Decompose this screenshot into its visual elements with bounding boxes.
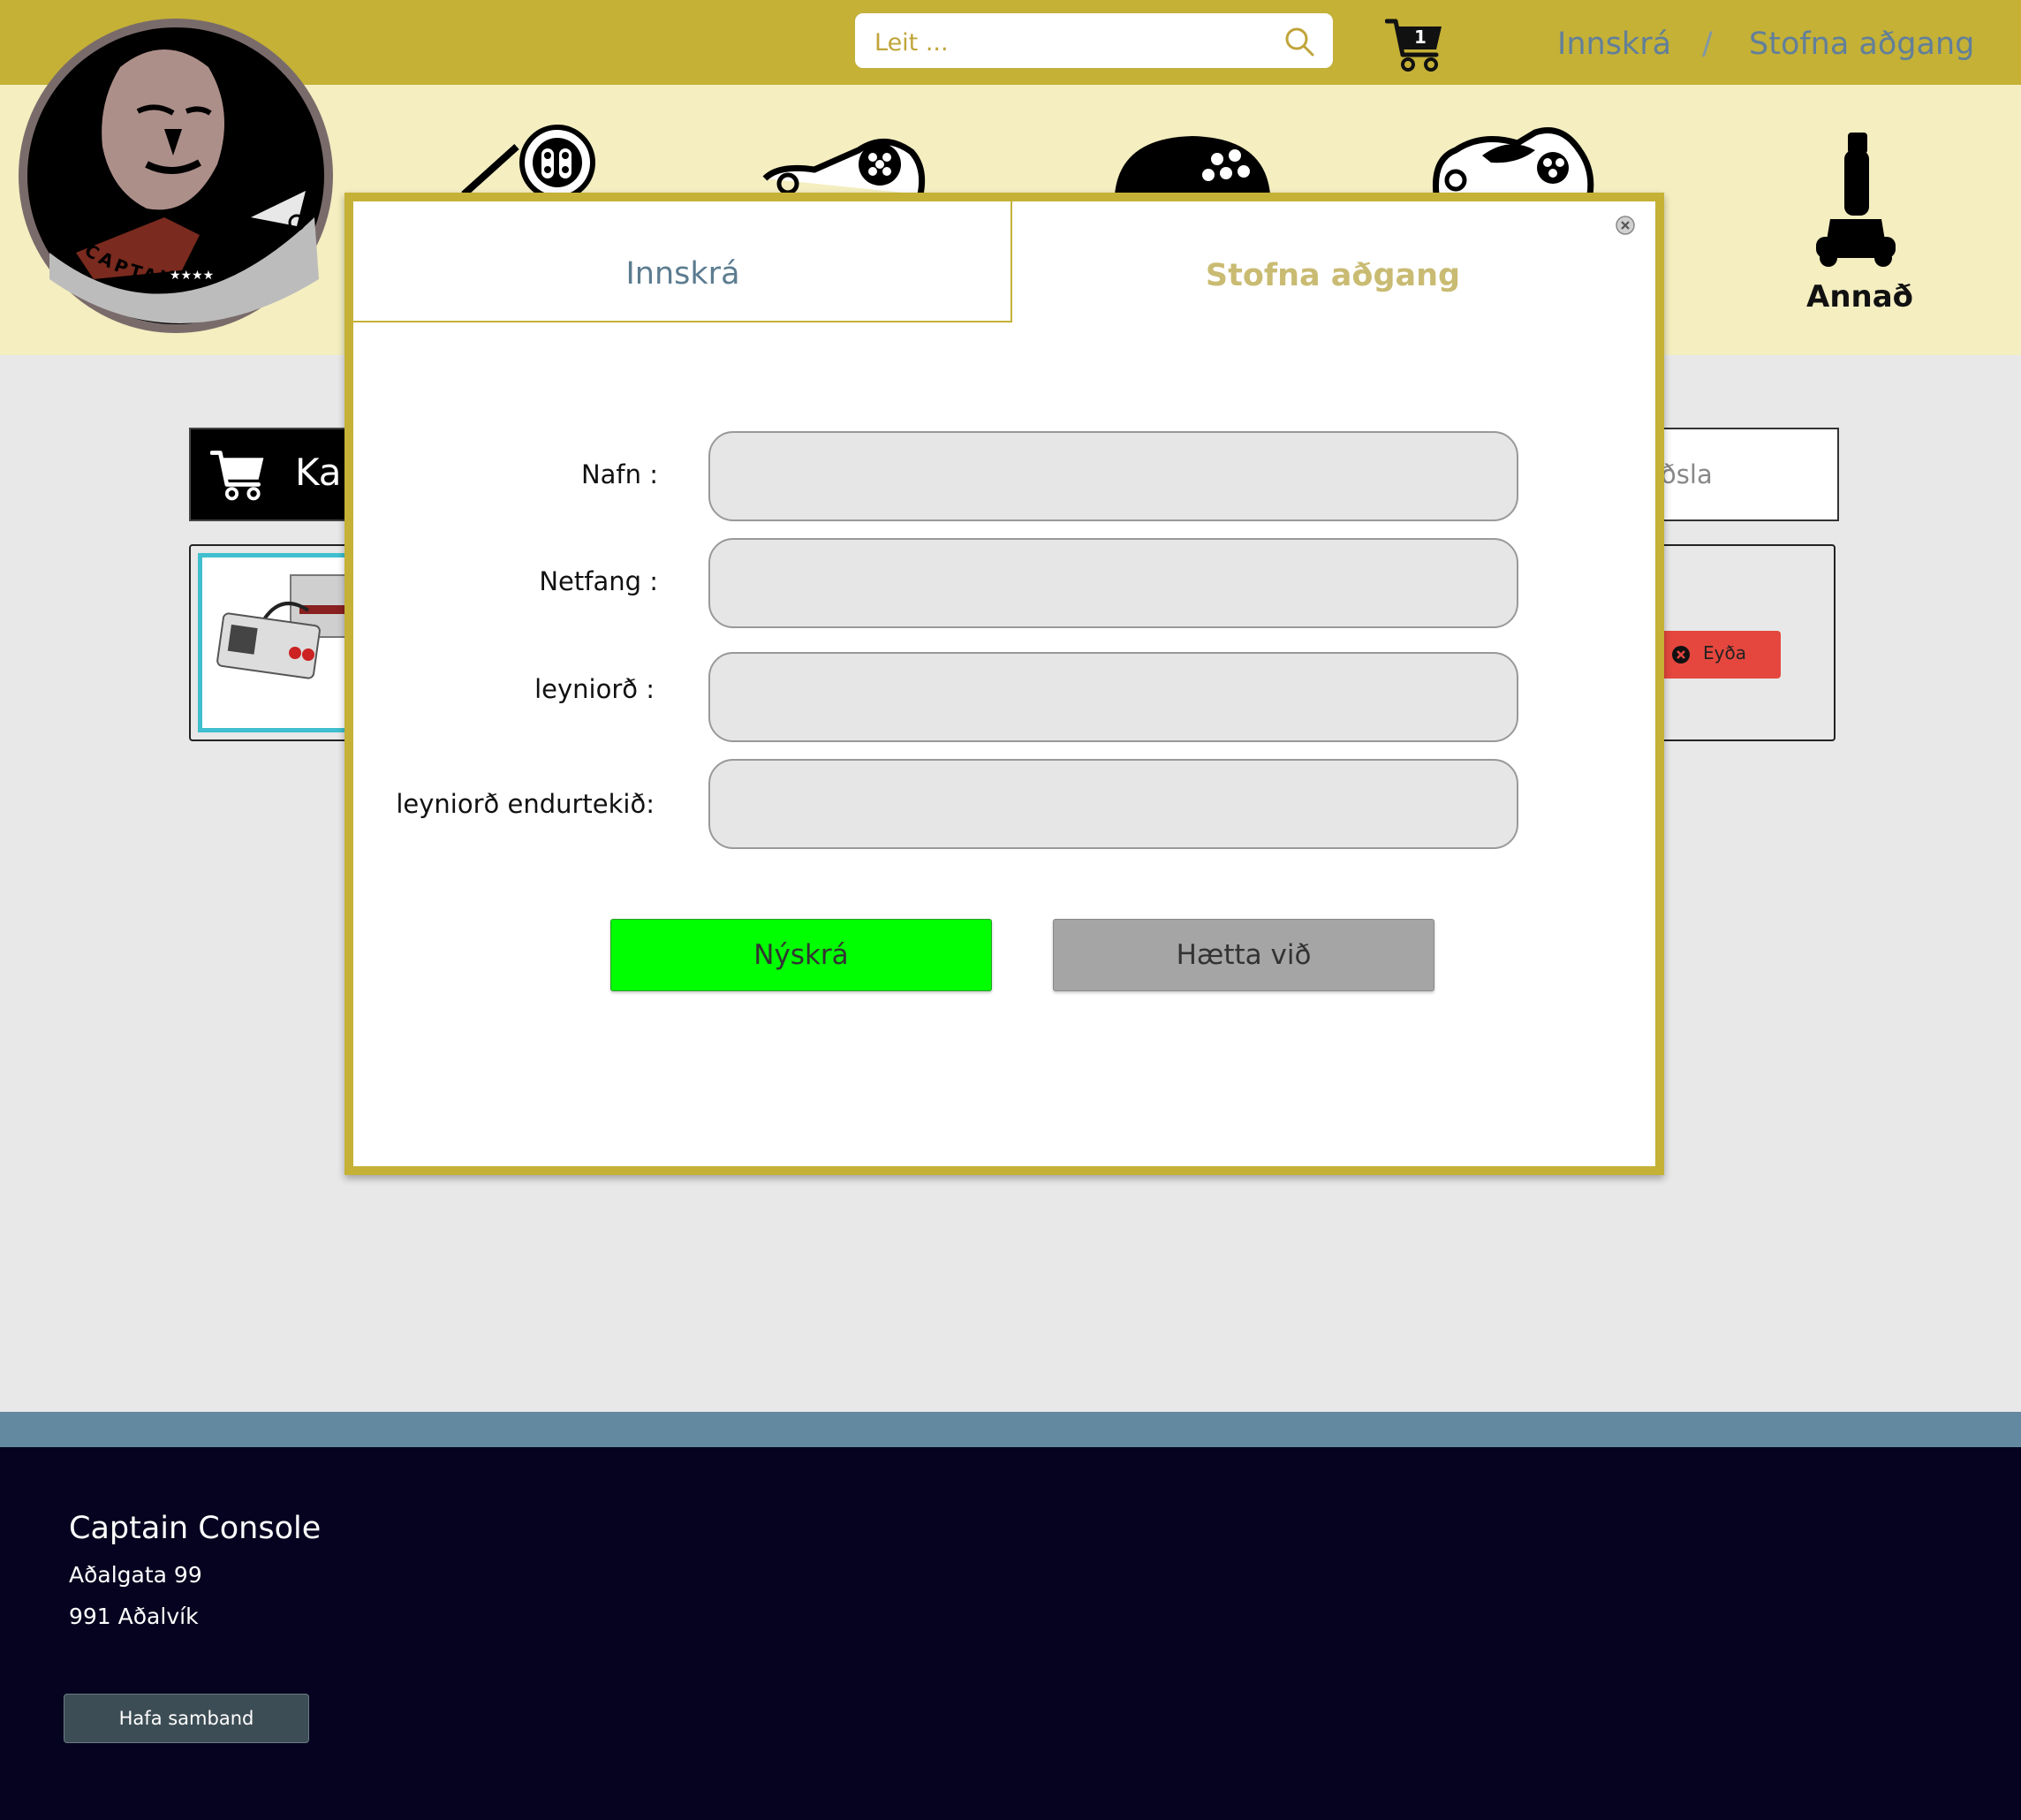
signup-link[interactable]: Stofna aðgang bbox=[1749, 27, 1974, 62]
delete-item-label: Eyða bbox=[1703, 642, 1746, 664]
footer-address-street: Aðalgata 99 bbox=[69, 1562, 202, 1588]
nav-separator: / bbox=[1702, 27, 1713, 62]
close-circle-icon bbox=[1672, 646, 1690, 664]
footer-address-city: 991 Aðalvík bbox=[69, 1604, 199, 1629]
joystick-icon[interactable] bbox=[1811, 131, 1899, 269]
contact-button[interactable]: Hafa samband bbox=[64, 1694, 309, 1743]
password-repeat-field[interactable] bbox=[708, 759, 1518, 849]
cart-header-icon bbox=[210, 451, 264, 501]
tab-login-label[interactable]: Innskrá bbox=[353, 256, 1012, 292]
logo-stars: ★★★★ bbox=[170, 269, 214, 283]
product-image bbox=[198, 553, 357, 732]
search-icon[interactable] bbox=[1283, 26, 1315, 57]
password-repeat-label: leyniorð endurtekið: bbox=[396, 789, 655, 819]
cancel-button[interactable]: Hætta við bbox=[1053, 919, 1434, 991]
name-label: Nafn : bbox=[580, 459, 658, 489]
gamepad-icon[interactable] bbox=[1429, 124, 1597, 194]
sega-controller-icon[interactable] bbox=[1111, 134, 1274, 194]
register-button[interactable]: Nýskrá bbox=[610, 919, 992, 991]
name-field[interactable] bbox=[708, 431, 1518, 521]
footer bbox=[0, 1447, 2021, 1820]
cart-count-badge: 1 bbox=[1414, 27, 1427, 48]
nes-gamepad-icon[interactable] bbox=[761, 125, 929, 194]
footer-strip bbox=[0, 1412, 2021, 1447]
snes-controller-icon[interactable] bbox=[455, 120, 596, 194]
close-icon[interactable] bbox=[1615, 215, 1636, 236]
email-field[interactable] bbox=[708, 538, 1518, 628]
password-label: leyniorð : bbox=[534, 674, 655, 704]
login-link[interactable]: Innskrá bbox=[1557, 27, 1671, 62]
email-label: Netfang : bbox=[539, 566, 658, 596]
password-field[interactable] bbox=[708, 652, 1518, 742]
search-input[interactable] bbox=[873, 22, 1265, 63]
footer-company-name: Captain Console bbox=[69, 1511, 322, 1546]
captain-console-logo[interactable]: CAPTAIN CONSOLE ★★★★ bbox=[14, 14, 337, 337]
category-other-label[interactable]: Annað bbox=[1806, 279, 1913, 315]
tab-signup-label[interactable]: Stofna aðgang bbox=[1012, 258, 1654, 293]
search-box[interactable] bbox=[854, 12, 1334, 69]
